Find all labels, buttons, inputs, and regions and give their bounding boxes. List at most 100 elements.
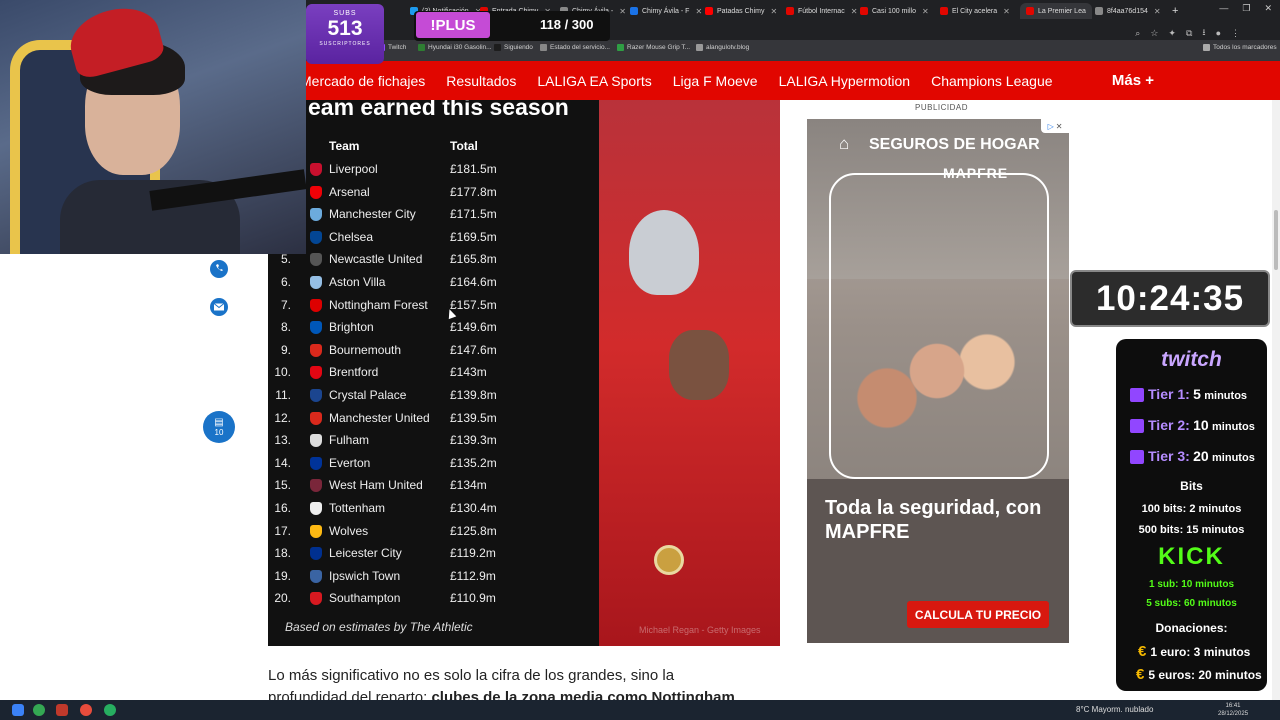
- browser-icon[interactable]: [104, 704, 116, 716]
- scrollbar-thumb[interactable]: [1274, 210, 1278, 270]
- club-crest-icon: [310, 185, 322, 199]
- download-icon[interactable]: ⭳: [1202, 25, 1205, 41]
- browser-tab[interactable]: Chimy Ávila - F ✕: [630, 3, 702, 19]
- browser-tab[interactable]: El City acelera ✕: [940, 3, 1012, 19]
- browser-tab[interactable]: La Premier Lea✕: [1020, 3, 1092, 19]
- table-row: 18. Leicester City £119.2m: [268, 546, 598, 568]
- browser-tab[interactable]: Casi 100 millo ✕: [860, 3, 932, 19]
- nav-item[interactable]: LALIGA Hypermotion: [779, 73, 911, 89]
- tab-close-icon[interactable]: ✕: [922, 7, 929, 16]
- bookmark-label: Siguiendo: [504, 44, 533, 51]
- site-nav: Mercado de fichajes Resultados LALIGA EA S…: [300, 61, 1280, 100]
- bookmark-icon: [540, 44, 547, 51]
- start-icon[interactable]: [12, 704, 24, 716]
- webcam-feed: [0, 0, 306, 254]
- bookmark-label: Estado del servicio...: [550, 44, 610, 51]
- page-scrollbar[interactable]: [1272, 100, 1280, 700]
- bookmark-item[interactable]: alangulotv.blog: [696, 44, 749, 51]
- nav-item[interactable]: Champions League: [931, 73, 1052, 89]
- club-crest-icon: [310, 524, 322, 538]
- bookmark-item[interactable]: Razer Mouse Grip T...: [617, 44, 690, 51]
- tab-close-icon[interactable]: ✕: [1003, 7, 1010, 16]
- table-header-total: Total: [450, 139, 478, 153]
- tab-close-icon[interactable]: ✕: [851, 7, 858, 16]
- menu-icon[interactable]: ⋮: [1231, 28, 1240, 39]
- tab-close-icon[interactable]: ✕: [1154, 7, 1161, 16]
- profile-avatar-icon[interactable]: ●: [1216, 28, 1221, 38]
- nav-more-button[interactable]: Más +: [1112, 72, 1154, 89]
- maximize-icon[interactable]: ❐: [1242, 3, 1250, 14]
- row-total: £110.9m: [450, 591, 496, 606]
- app-icon[interactable]: [56, 704, 68, 716]
- tier-1-unit: minutos: [1204, 390, 1248, 402]
- close-icon[interactable]: ✕: [1264, 3, 1272, 14]
- club-crest-icon: [310, 434, 322, 448]
- whatsapp-share-button[interactable]: [204, 254, 234, 284]
- row-team: Ipswich Town: [329, 568, 401, 583]
- nav-item[interactable]: Liga F Moeve: [673, 73, 758, 89]
- ad-choices-icon[interactable]: ▷ ✕: [1041, 119, 1069, 133]
- bookmark-item[interactable]: Estado del servicio...: [540, 44, 610, 51]
- tab-label: La Premier Lea: [1038, 7, 1086, 15]
- extensions-puzzle-icon[interactable]: ⧉: [1186, 28, 1192, 39]
- bookmark-item[interactable]: Hyundai i30 Gasolin...: [418, 44, 492, 51]
- nav-item[interactable]: LALIGA EA Sports: [537, 73, 651, 89]
- ad-title: SEGUROS DE HOGAR: [869, 136, 1040, 153]
- row-rank: 5.: [280, 252, 291, 267]
- chrome-icon[interactable]: [33, 704, 45, 716]
- weather-widget[interactable]: 8°C Mayorm. nublado: [1076, 705, 1153, 714]
- row-team: Manchester United: [329, 410, 430, 425]
- row-rank: 10.: [274, 365, 291, 380]
- bookmark-item[interactable]: Todos los marcadores: [1203, 44, 1277, 51]
- row-team: Newcastle United: [329, 252, 423, 267]
- twitch-tier-icon: [1130, 450, 1144, 464]
- comments-count: 10: [214, 427, 224, 437]
- row-total: £147.6m: [450, 342, 497, 357]
- bookmark-label: Todos los marcadores: [1213, 44, 1277, 51]
- row-total: £149.6m: [450, 320, 497, 335]
- row-rank: 8.: [280, 320, 291, 335]
- comments-button[interactable]: ▤ 10: [203, 411, 235, 443]
- tier-3-value: 20: [1193, 448, 1209, 464]
- email-share-button[interactable]: [204, 292, 234, 322]
- system-clock[interactable]: 16:41 28/12/2025: [1218, 702, 1248, 718]
- tab-favicon-icon: [705, 7, 713, 15]
- club-crest-icon: [310, 298, 322, 312]
- extension-icon[interactable]: ✦: [1168, 28, 1176, 39]
- tab-close-icon[interactable]: ✕: [619, 7, 626, 16]
- bookmark-label: Hyundai i30 Gasolin...: [428, 44, 492, 51]
- bookmark-label: alangulotv.blog: [706, 44, 750, 51]
- row-total: £134m: [450, 478, 487, 493]
- ad-cta-button[interactable]: CALCULA TU PRECIO: [907, 601, 1049, 628]
- zoom-icon[interactable]: ⌕: [1135, 28, 1140, 39]
- browser-tab[interactable]: Patadas Chimy ✕: [705, 3, 777, 19]
- table-row: 11. Crystal Palace £139.8m: [268, 388, 598, 410]
- obs-icon[interactable]: [80, 704, 92, 716]
- browser-tab[interactable]: 8f4aa76d154 ✕: [1095, 3, 1167, 19]
- tab-close-icon[interactable]: ✕: [770, 7, 777, 16]
- new-tab-button[interactable]: +: [1172, 3, 1178, 19]
- club-crest-icon: [310, 343, 322, 357]
- plus-progress: 118 / 300: [540, 17, 594, 32]
- row-rank: 7.: [280, 297, 291, 312]
- advertisement[interactable]: ▷ ✕ ⌂ SEGUROS DE HOGAR MAPFRE Toda la seg…: [807, 119, 1069, 643]
- row-rank: 15.: [274, 478, 291, 493]
- row-total: £139.5m: [450, 410, 497, 425]
- table-row: Manchester City £171.5m: [268, 207, 598, 229]
- browser-tab[interactable]: Fútbol Internac ✕: [786, 3, 858, 19]
- nav-item[interactable]: Mercado de fichajes: [300, 73, 425, 89]
- club-crest-icon: [310, 411, 322, 425]
- bookmark-star-icon[interactable]: ☆: [1150, 28, 1158, 39]
- table-row: 15. West Ham United £134m: [268, 478, 598, 500]
- tab-close-icon[interactable]: ✕: [695, 7, 702, 16]
- tier-3-unit: minutos: [1212, 452, 1255, 464]
- bookmark-item[interactable]: Siguiendo: [494, 44, 533, 51]
- table-header-team: Team: [329, 139, 360, 153]
- row-team: Aston Villa: [329, 275, 386, 289]
- row-team: Brighton: [329, 320, 374, 335]
- nav-item[interactable]: Resultados: [446, 73, 516, 89]
- minimize-icon[interactable]: —: [1219, 3, 1228, 14]
- bits-title: Bits: [1180, 479, 1203, 493]
- clock-time: 16:41: [1225, 703, 1241, 709]
- body-line-1: Lo más significativo no es solo la cifra…: [268, 667, 675, 684]
